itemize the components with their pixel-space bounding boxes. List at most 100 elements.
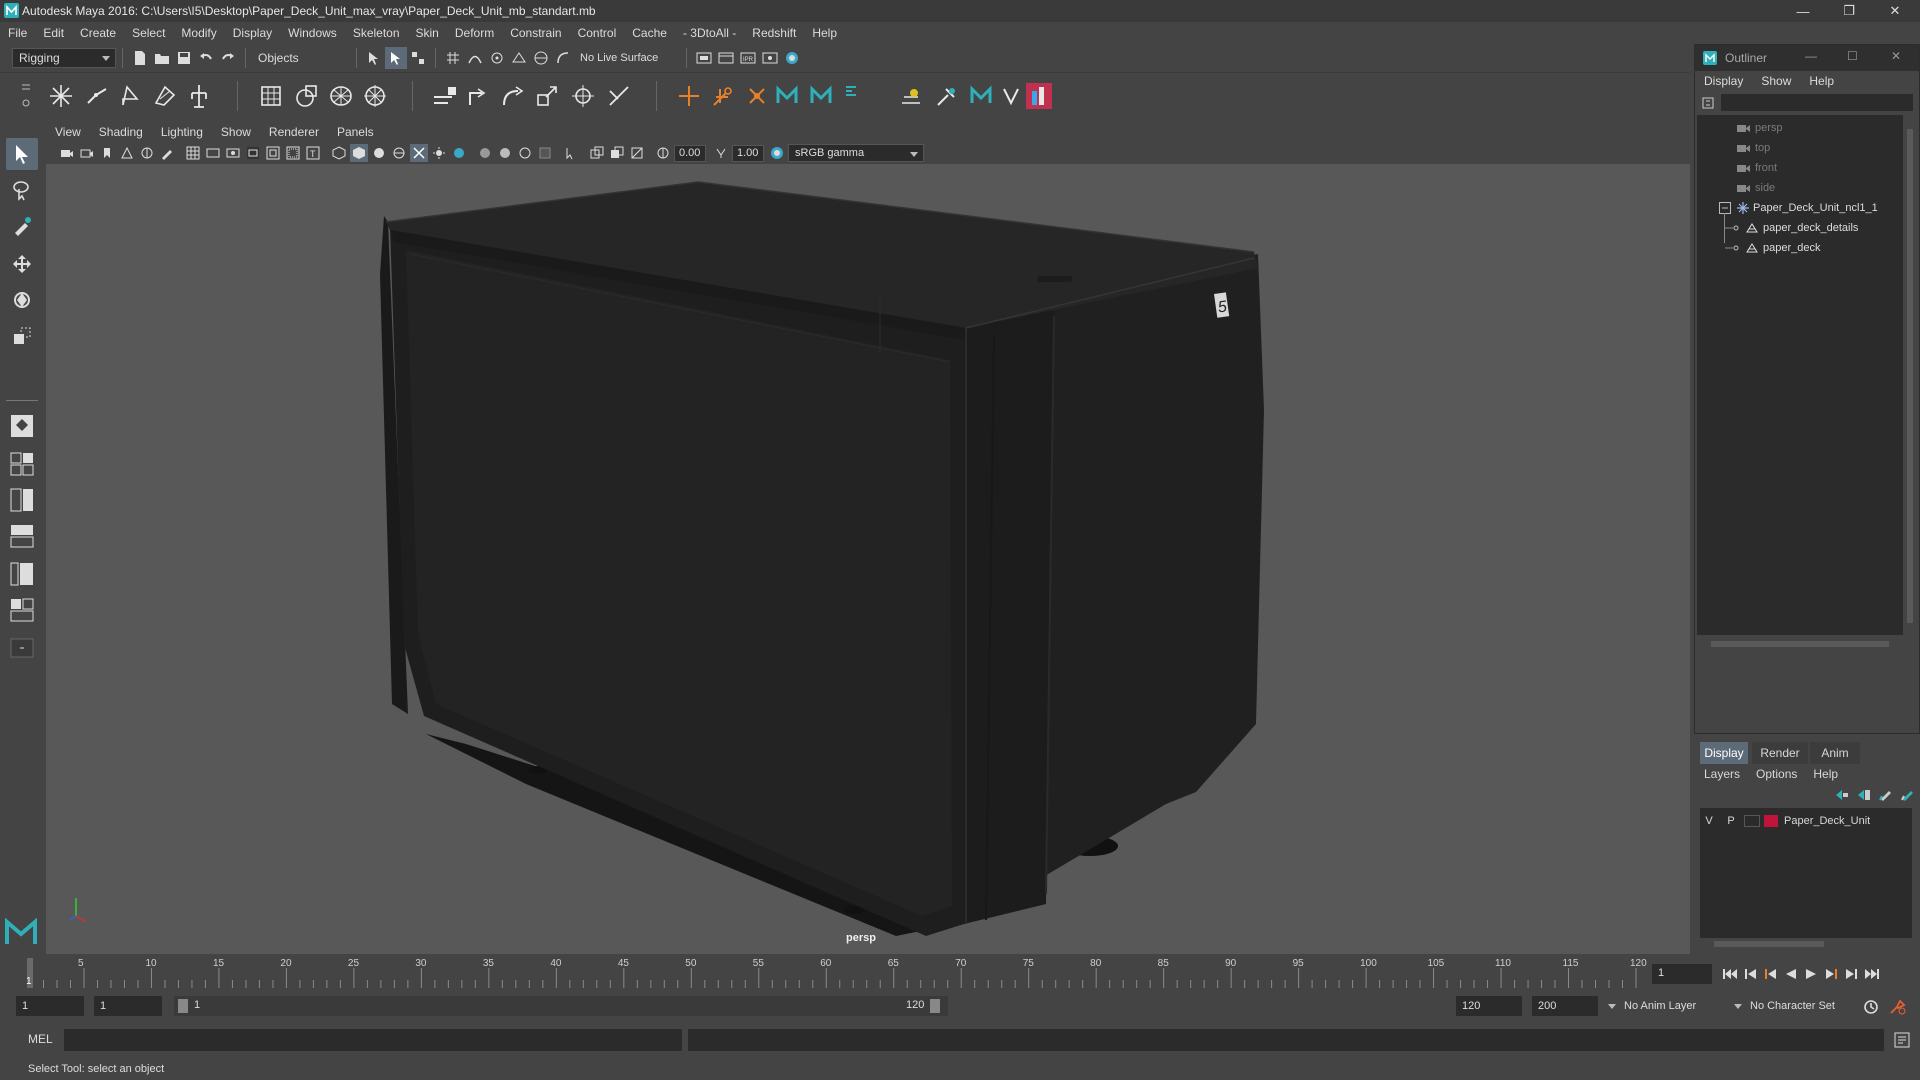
panel-menu-lighting[interactable]: Lighting [152,125,212,139]
layer-playback-toggle[interactable]: P [1722,815,1740,827]
menu-create[interactable]: Create [72,26,124,40]
filter-icon[interactable] [1701,96,1715,110]
vray-icon[interactable] [996,81,1026,111]
menu-windows[interactable]: Windows [280,26,345,40]
layer-tab-render[interactable]: Render [1752,742,1808,764]
menu-cache[interactable]: Cache [624,26,675,40]
menu-file[interactable]: File [0,26,35,40]
backface-culling-icon[interactable] [628,144,646,162]
shading-mixer-icon[interactable] [1024,81,1054,111]
shelf-menu-handle[interactable] [20,79,32,113]
exposure-field[interactable]: 0.00 [674,144,706,162]
outliner-horizontal-scrollbar[interactable] [1697,637,1903,651]
character-set-dropdown[interactable]: No Character Set [1734,996,1862,1016]
gate-mask-icon[interactable] [244,144,262,162]
layer-tab-display[interactable]: Display [1700,742,1748,764]
smooth-shade-icon[interactable] [350,144,368,162]
create-joints-icon[interactable] [46,81,76,111]
scale-tool-button[interactable] [6,320,38,352]
viewport-persp[interactable]: 5 persp [46,164,1690,954]
gamma-field[interactable]: 1.00 [732,144,764,162]
xray-joints-icon[interactable] [588,144,606,162]
command-language-toggle[interactable]: MEL [28,1032,53,1046]
aim-constraint-icon[interactable] [568,81,598,111]
paint-weights-icon[interactable] [742,81,772,111]
outliner-vertical-scrollbar[interactable] [1903,115,1917,635]
xray-active-components-icon[interactable] [608,144,626,162]
menu-3dtoall[interactable]: - 3DtoAll - [675,26,744,40]
layer-visibility-toggle[interactable]: V [1700,815,1718,827]
lasso-tool-button[interactable] [6,174,38,206]
snap-point-icon[interactable] [486,47,508,69]
toolbox-options-button[interactable] [6,632,38,664]
wireframe-icon[interactable] [330,144,348,162]
menu-edit[interactable]: Edit [35,26,72,40]
snap-grid-icon[interactable] [442,47,464,69]
snap-curve-icon[interactable] [464,47,486,69]
outliner-search-input[interactable] [1721,94,1913,111]
four-view-layout-button[interactable] [6,448,38,480]
save-scene-icon[interactable] [173,47,195,69]
persp-outliner-layout-button[interactable] [6,520,38,552]
locator-icon[interactable] [674,81,704,111]
select-object-icon[interactable] [385,47,407,69]
snap-view-plane-icon[interactable] [508,47,530,69]
anim-layer-dropdown[interactable]: No Anim Layer [1608,996,1728,1016]
scene-end-field[interactable]: 200 [1532,996,1598,1016]
undo-icon[interactable] [195,47,217,69]
color-management-icon[interactable] [768,144,786,162]
menu-select[interactable]: Select [124,26,173,40]
minimize-button[interactable]: — [1780,0,1826,22]
screen-space-ao-icon[interactable] [476,144,494,162]
wrap-deformer-icon[interactable] [326,81,356,111]
go-to-end-icon[interactable] [1864,968,1880,980]
panel-menu-show[interactable]: Show [212,125,260,139]
layer-horizontal-scrollbar[interactable] [1700,938,1912,950]
safe-title-icon[interactable]: T [304,144,322,162]
orient-constraint-icon[interactable] [498,81,528,111]
collapse-icon[interactable] [1719,202,1731,214]
go-to-start-icon[interactable] [1722,968,1738,980]
xray-icon[interactable] [410,144,428,162]
select-tool-button[interactable] [6,138,38,170]
film-gate-icon[interactable] [204,144,222,162]
menuset-dropdown[interactable]: Rigging [12,48,116,68]
step-back-frame-icon[interactable] [1764,968,1778,980]
scale-constraint-icon[interactable] [532,81,562,111]
range-slider-end-handle[interactable] [930,999,940,1013]
outliner-menu-display[interactable]: Display [1695,74,1752,88]
bind-skin-icon[interactable] [150,81,180,111]
default-material-icon[interactable] [370,144,388,162]
range-slider-start-handle[interactable] [178,999,188,1013]
play-forwards-icon[interactable] [1804,968,1818,980]
panel-menu-view[interactable]: View [46,125,90,139]
panel-menu-renderer[interactable]: Renderer [260,125,328,139]
layer-display-type[interactable] [1744,815,1760,827]
paint-tool-icon[interactable] [932,81,962,111]
render-settings-icon[interactable] [759,47,781,69]
wireframe-on-shaded-icon[interactable] [390,144,408,162]
layer-row[interactable]: V P Paper_Deck_Unit [1700,812,1912,830]
persp-hypershade-layout-button[interactable] [6,594,38,626]
menu-control[interactable]: Control [570,26,625,40]
animation-preferences-icon[interactable] [1888,998,1908,1016]
persp-graph-layout-button[interactable] [6,558,38,590]
layer-menu-options[interactable]: Options [1748,767,1805,781]
step-forward-key-icon[interactable] [1844,968,1858,980]
menu-skeleton[interactable]: Skeleton [345,26,408,40]
parent-constraint-icon[interactable] [430,81,460,111]
playback-end-field[interactable]: 120 [1456,996,1522,1016]
hik-icon[interactable] [838,81,868,111]
joint-orange-icon[interactable] [708,81,738,111]
paper-deck-unit-model[interactable]: 5 [46,164,1690,954]
move-tool-button[interactable] [6,248,38,280]
outliner-close-button[interactable]: ✕ [1891,49,1901,63]
grid-toggle-icon[interactable] [184,144,202,162]
open-scene-icon[interactable] [151,47,173,69]
layer-menu-help[interactable]: Help [1805,767,1846,781]
menu-modify[interactable]: Modify [173,26,224,40]
camera-lock-icon[interactable] [78,144,96,162]
render-current-frame-icon[interactable] [715,47,737,69]
menu-help[interactable]: Help [804,26,845,40]
command-input[interactable] [64,1029,682,1051]
